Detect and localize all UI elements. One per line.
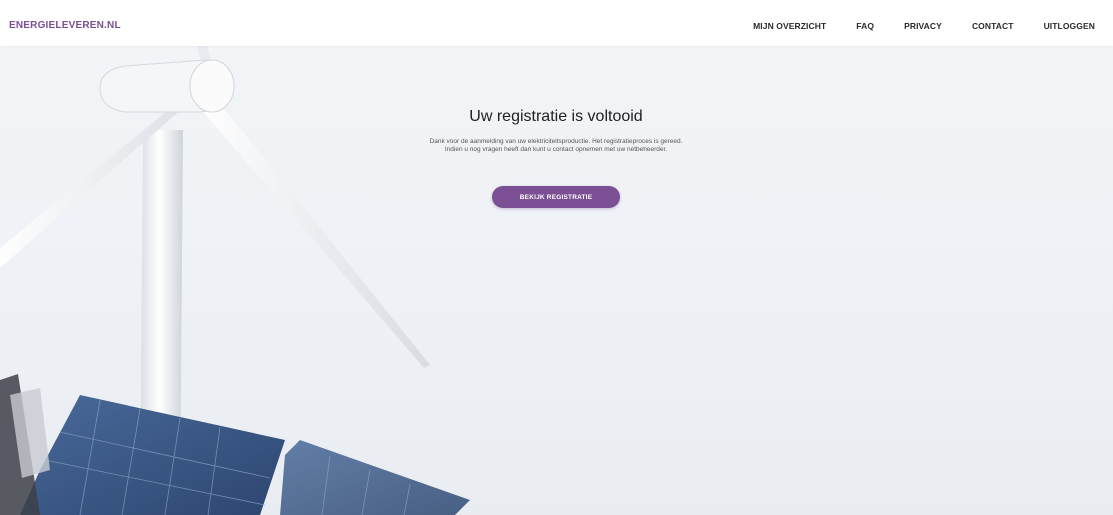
turbine-blade-right [200,96,430,368]
nav-item-mijn-overzicht[interactable]: MIJN OVERZICHT [753,21,826,31]
view-registration-button[interactable]: BEKIJK REGISTRATIE [492,186,620,208]
wind-turbine-solar-illustration [0,38,470,515]
top-navbar: ENERGIELEVEREN.NL MIJN OVERZICHT FAQ PRI… [0,0,1113,46]
hero-background [0,0,1113,515]
turbine-hub [189,59,235,113]
confirmation-panel: Uw registratie is voltooid Dank voor de … [400,108,712,208]
message-line-1: Dank voor de aanmelding van uw elektrici… [429,138,683,145]
nav-item-faq[interactable]: FAQ [856,21,874,31]
solar-panels [0,374,470,515]
nav-item-privacy[interactable]: PRIVACY [904,21,942,31]
brand-logo[interactable]: ENERGIELEVEREN.NL [9,20,121,31]
page: ENERGIELEVEREN.NL MIJN OVERZICHT FAQ PRI… [0,0,1113,515]
page-title: Uw registratie is voltooid [469,108,643,125]
nav-item-uitloggen[interactable]: UITLOGGEN [1044,21,1095,31]
confirmation-message: Dank voor de aanmelding van uw elektrici… [421,138,691,154]
message-line-2: Indien u nog vragen heeft dan kunt u con… [444,146,668,153]
main-nav: MIJN OVERZICHT FAQ PRIVACY CONTACT UITLO… [723,21,1095,31]
nav-item-contact[interactable]: CONTACT [972,21,1014,31]
